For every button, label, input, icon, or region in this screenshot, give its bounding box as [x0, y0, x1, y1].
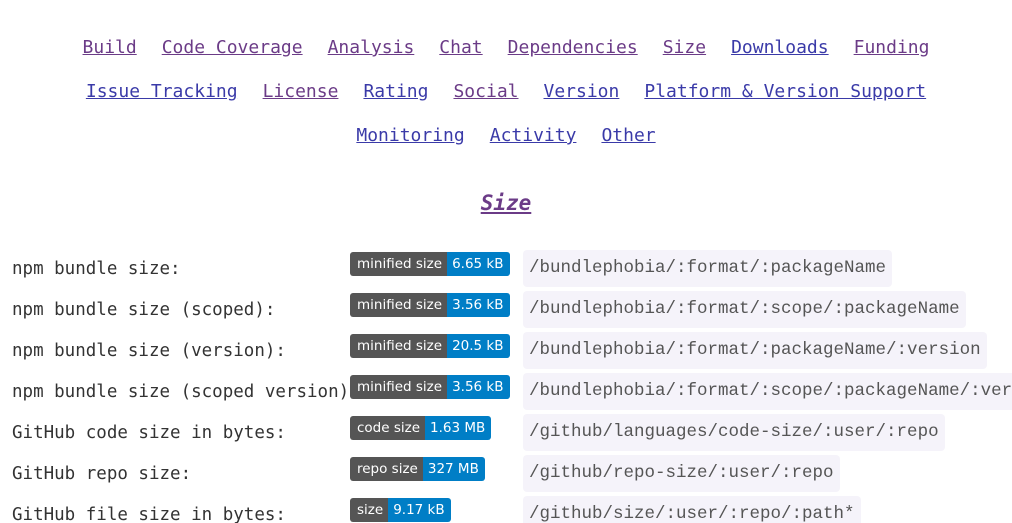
nav-link-monitoring[interactable]: Monitoring [356, 125, 464, 147]
badge-image[interactable]: minified size 3.56 kB [350, 375, 510, 399]
nav-link-license[interactable]: License [263, 81, 339, 103]
badge-row-label: npm bundle size (scoped version): [12, 382, 360, 402]
badge-value: 3.56 kB [447, 375, 510, 399]
badge-row-label: npm bundle size (scoped): [12, 300, 276, 320]
badge-row-label: GitHub repo size: [12, 464, 192, 484]
badge-value: 327 MB [422, 457, 485, 481]
nav-link-build[interactable]: Build [83, 37, 137, 59]
badge-label: size [350, 498, 389, 522]
badge-row-label: npm bundle size: [12, 259, 181, 279]
section-title-link[interactable]: Size [481, 191, 532, 215]
badge-row: GitHub code size in bytes: code size 1.6… [0, 414, 1012, 455]
badge-label: repo size [350, 457, 423, 481]
badge-label: minified size [350, 375, 448, 399]
badge-path[interactable]: /bundlephobia/:format/:scope/:packageNam… [523, 373, 1012, 410]
badge-path[interactable]: /bundlephobia/:format/:packageName [523, 250, 893, 287]
nav-link-analysis[interactable]: Analysis [328, 37, 415, 59]
badge-image[interactable]: size 9.17 kB [350, 498, 451, 522]
badge-image[interactable]: minified size 20.5 kB [350, 334, 510, 358]
badge-value: 20.5 kB [447, 334, 510, 358]
nav-link-version[interactable]: Version [544, 81, 620, 103]
nav-row-3: Monitoring Activity Other [0, 125, 1012, 147]
badge-row: npm bundle size (version): minified size… [0, 332, 1012, 373]
badge-row: npm bundle size: minified size 6.65 kB /… [0, 250, 1012, 291]
nav-link-issue-tracking[interactable]: Issue Tracking [86, 81, 238, 103]
nav-row-2: Issue Tracking License Rating Social Ver… [0, 81, 1012, 103]
badge-image[interactable]: code size 1.63 MB [350, 416, 492, 440]
badge-row: npm bundle size (scoped version): minifi… [0, 373, 1012, 414]
nav-row-1: Build Code Coverage Analysis Chat Depend… [0, 37, 1012, 59]
badge-value: 3.56 kB [447, 293, 510, 317]
badge-label: minified size [350, 334, 448, 358]
badge-path[interactable]: /bundlephobia/:format/:scope/:packageNam… [523, 291, 966, 328]
badge-value: 9.17 kB [388, 498, 451, 522]
badge-path[interactable]: /github/size/:user/:repo/:path* [523, 496, 861, 523]
badge-value: 6.65 kB [447, 252, 510, 276]
nav-link-platform-version-support[interactable]: Platform & Version Support [644, 81, 926, 103]
badge-image[interactable]: repo size 327 MB [350, 457, 485, 481]
section-heading: Size [0, 190, 1012, 216]
badge-row-label: GitHub code size in bytes: [12, 423, 286, 443]
badge-value: 1.63 MB [425, 416, 492, 440]
nav-link-funding[interactable]: Funding [854, 37, 930, 59]
nav-link-other[interactable]: Other [601, 125, 655, 147]
badge-path[interactable]: /github/repo-size/:user/:repo [523, 455, 840, 492]
badge-path[interactable]: /bundlephobia/:format/:packageName/:vers… [523, 332, 987, 369]
badge-list: npm bundle size: minified size 6.65 kB /… [0, 250, 1012, 523]
badge-label: code size [350, 416, 426, 440]
nav-link-dependencies[interactable]: Dependencies [508, 37, 638, 59]
badge-path[interactable]: /github/languages/code-size/:user/:repo [523, 414, 945, 451]
badge-row-label: GitHub file size in bytes: [12, 505, 286, 523]
badge-row: GitHub repo size: repo size 327 MB /gith… [0, 455, 1012, 496]
badge-label: minified size [350, 252, 448, 276]
badge-row: npm bundle size (scoped): minified size … [0, 291, 1012, 332]
badge-image[interactable]: minified size 6.65 kB [350, 252, 510, 276]
badge-image[interactable]: minified size 3.56 kB [350, 293, 510, 317]
nav-link-code-coverage[interactable]: Code Coverage [162, 37, 303, 59]
badge-row-label: npm bundle size (version): [12, 341, 286, 361]
badge-row: GitHub file size in bytes: size 9.17 kB … [0, 496, 1012, 523]
nav-link-downloads[interactable]: Downloads [731, 37, 829, 59]
nav-link-rating[interactable]: Rating [363, 81, 428, 103]
nav-link-size[interactable]: Size [663, 37, 706, 59]
nav-link-activity[interactable]: Activity [490, 125, 577, 147]
badge-label: minified size [350, 293, 448, 317]
nav-link-social[interactable]: Social [453, 81, 518, 103]
nav-link-chat[interactable]: Chat [439, 37, 482, 59]
